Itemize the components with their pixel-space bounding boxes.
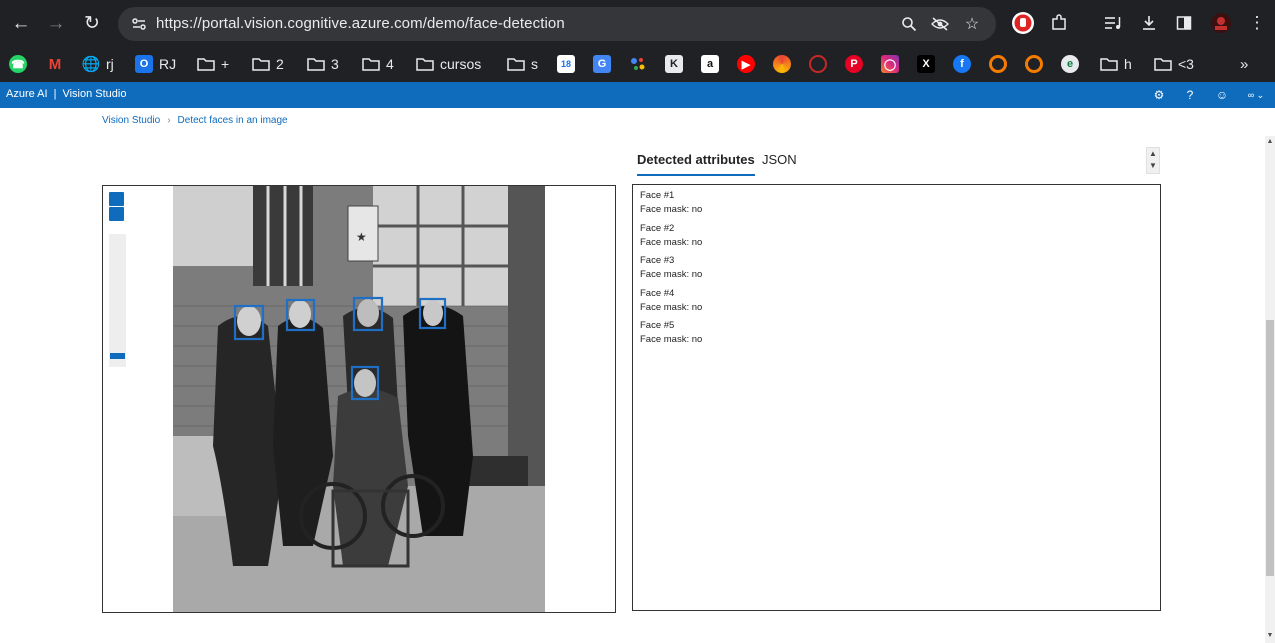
breadcrumb-home-link[interactable]: Vision Studio: [102, 115, 160, 126]
chevron-right-icon: ›: [167, 115, 171, 126]
folder-icon: [252, 57, 270, 71]
bookmark-rj[interactable]: 🌐 rj: [82, 51, 114, 77]
face-mask-value: Face mask: no: [640, 301, 703, 313]
adblock-icon[interactable]: [1011, 11, 1035, 35]
bookmark-RJ[interactable]: O RJ: [135, 51, 176, 77]
eye-off-icon[interactable]: [929, 13, 951, 35]
zoom-slider-track[interactable]: [109, 234, 126, 367]
folder-icon: [1154, 57, 1172, 71]
app-icon: O: [135, 55, 153, 73]
bookmarks-bar: ☎ M 🌐 rj O RJ + 2 3 4 cursos s 18 G K a ▶ …: [0, 46, 1275, 82]
feedback-smiley-icon[interactable]: ☺: [1213, 86, 1231, 104]
scrollbar-thumb[interactable]: [1266, 320, 1274, 576]
globe-icon: 🌐: [81, 56, 101, 73]
scroll-down-icon[interactable]: ▼: [1266, 632, 1274, 639]
image-preview-panel: ★: [102, 185, 616, 613]
tab-json[interactable]: JSON: [762, 152, 797, 174]
menu-icon[interactable]: ⋮: [1245, 11, 1269, 35]
folder-icon: [197, 57, 215, 71]
pinterest-icon[interactable]: P: [845, 51, 863, 77]
bookmark-folder-s[interactable]: s: [507, 51, 538, 77]
chevron-down-icon[interactable]: ▼: [1147, 160, 1159, 172]
url-text[interactable]: https://portal.vision.cognitive.azure.co…: [156, 15, 565, 32]
detected-attributes-panel: Face #1 Face mask: no Face #2 Face mask:…: [632, 184, 1161, 611]
address-bar[interactable]: https://portal.vision.cognitive.azure.co…: [118, 7, 996, 41]
bookmark-folder-heart[interactable]: <3: [1154, 51, 1194, 77]
face-title: Face #2: [640, 222, 675, 234]
calendar-icon[interactable]: 18: [557, 51, 575, 77]
zoom-in-button[interactable]: [109, 192, 124, 206]
k-app-icon[interactable]: K: [665, 51, 683, 77]
bookmark-folder-h[interactable]: h: [1100, 51, 1132, 77]
face-mask-value: Face mask: no: [640, 236, 703, 248]
face-mask-value: Face mask: no: [640, 204, 703, 215]
site-settings-icon[interactable]: [126, 11, 152, 37]
youtube-music-icon[interactable]: ▶: [737, 51, 755, 77]
page-scrollbar[interactable]: ▲ ▼: [1265, 136, 1275, 643]
translate-icon[interactable]: G: [593, 51, 611, 77]
breadcrumb: Vision Studio › Detect faces in an image: [102, 115, 288, 126]
extensions-icon[interactable]: [1047, 11, 1071, 35]
folder-icon: [416, 57, 434, 71]
face-entry: Face #3 Face mask: no: [640, 254, 1153, 282]
folder-icon: [307, 57, 325, 71]
profile-avatar-icon[interactable]: [1209, 11, 1233, 35]
orange-ring-icon[interactable]: [989, 51, 1007, 77]
forward-icon[interactable]: →: [42, 9, 70, 37]
tab-detected-attributes[interactable]: Detected attributes: [637, 152, 755, 176]
analyzed-photo: ★: [173, 186, 545, 612]
assistant-icon[interactable]: [629, 51, 647, 77]
bookmark-folder-2[interactable]: 2: [252, 51, 284, 77]
x-icon[interactable]: X: [917, 51, 935, 77]
gmail-icon[interactable]: M: [46, 51, 64, 77]
app-brand[interactable]: Azure AI | Vision Studio: [6, 88, 126, 100]
face-title: Face #5: [640, 320, 675, 332]
face-mask-value: Face mask: no: [640, 334, 703, 346]
face-entry: Face #5 Face mask: no: [640, 319, 1153, 347]
settings-gear-icon[interactable]: ⚙: [1150, 86, 1168, 104]
face-entry: Face #1 Face mask: no: [640, 189, 1153, 217]
zoom-controls: [109, 192, 125, 222]
zoom-icon[interactable]: [898, 13, 920, 35]
face-entry: Face #4 Face mask: no: [640, 287, 1153, 315]
scroll-up-icon[interactable]: ▲: [1266, 138, 1274, 145]
back-icon[interactable]: ←: [7, 9, 35, 37]
download-icon[interactable]: [1137, 11, 1161, 35]
tab-scroll-stepper[interactable]: ▲ ▼: [1146, 147, 1160, 174]
browser-toolbar: ← → ↻ https://portal.vision.cognitive.az…: [0, 0, 1275, 46]
bookmark-folder-cursos[interactable]: cursos: [416, 51, 481, 77]
face-title: Face #1: [640, 190, 675, 201]
whatsapp-icon[interactable]: ☎: [9, 51, 27, 77]
bookmark-folder-4[interactable]: 4: [362, 51, 394, 77]
face-mask-value: Face mask: no: [640, 269, 703, 281]
folder-icon: [362, 57, 380, 71]
red-swirl-icon[interactable]: [809, 51, 827, 77]
instagram-icon[interactable]: ◯: [881, 51, 899, 77]
face-title: Face #3: [640, 255, 675, 267]
chevron-up-icon[interactable]: ▲: [1147, 148, 1159, 160]
colorful-app-icon[interactable]: [773, 51, 791, 77]
reading-list-icon[interactable]: [1101, 11, 1125, 35]
more-bookmarks-icon[interactable]: »: [1240, 51, 1248, 77]
face-title: Face #4: [640, 287, 675, 299]
app-header: Azure AI | Vision Studio ⚙ ? ☺ ∞ ⌄: [0, 82, 1275, 108]
folder-icon: [1100, 57, 1118, 71]
orange-ring-icon-2[interactable]: [1025, 51, 1043, 77]
folder-icon: [507, 57, 525, 71]
bookmark-folder-3[interactable]: 3: [307, 51, 339, 77]
face-entry: Face #2 Face mask: no: [640, 222, 1153, 250]
zoom-out-button[interactable]: [109, 207, 124, 221]
bookmark-folder-plus[interactable]: +: [197, 51, 229, 77]
edge-icon[interactable]: e: [1061, 51, 1079, 77]
help-icon[interactable]: ?: [1181, 86, 1199, 104]
svg-text:★: ★: [356, 230, 367, 244]
side-panel-icon[interactable]: [1172, 11, 1196, 35]
zoom-slider-thumb[interactable]: [110, 353, 125, 359]
breadcrumb-current-link[interactable]: Detect faces in an image: [178, 115, 288, 126]
reload-icon[interactable]: ↻: [78, 9, 106, 37]
star-icon[interactable]: ☆: [961, 13, 983, 35]
amazon-icon[interactable]: a: [701, 51, 719, 77]
facebook-icon[interactable]: f: [953, 51, 971, 77]
account-menu-chevron-icon[interactable]: ∞ ⌄: [1242, 86, 1270, 104]
